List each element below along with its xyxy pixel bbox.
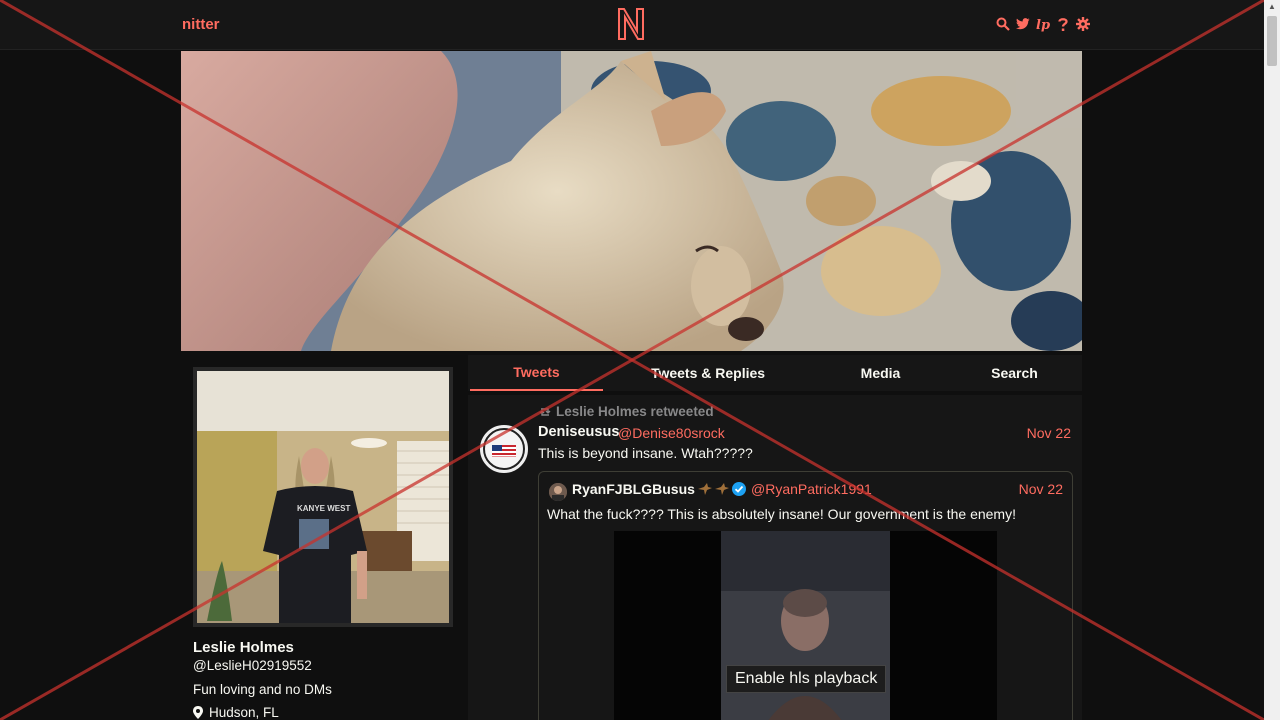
profile-bio: Fun loving and no DMs — [193, 682, 332, 697]
tweet-username[interactable]: @Denise80srock — [618, 425, 725, 441]
profile-card: KANYE WEST Leslie Holmes @LeslieH0291955… — [181, 351, 464, 720]
profile-username[interactable]: @LeslieH02919552 — [193, 658, 312, 673]
verified-badge-icon — [731, 482, 746, 496]
tweet-item[interactable]: Leslie Holmes retweeted Deniseusus @Deni… — [468, 395, 1082, 720]
tab-tweets-replies[interactable]: Tweets & Replies — [628, 355, 788, 391]
help-icon[interactable] — [1056, 15, 1070, 33]
nav-icons: lp — [996, 15, 1090, 33]
timeline: Tweets Tweets & Replies Media Search Les… — [468, 351, 1082, 720]
tweet-fullname[interactable]: Deniseusus — [538, 424, 619, 440]
profile-location: Hudson, FL — [193, 705, 279, 720]
tweet-avatar[interactable] — [480, 425, 528, 473]
profile-avatar[interactable]: KANYE WEST — [193, 367, 453, 627]
retweet-header: Leslie Holmes retweeted — [538, 404, 714, 419]
timeline-tabs: Tweets Tweets & Replies Media Search — [468, 355, 1082, 391]
profile-fullname[interactable]: Leslie Holmes — [193, 639, 294, 656]
scrollbar[interactable]: ▲ — [1264, 0, 1280, 720]
scrollbar-thumb[interactable] — [1267, 16, 1277, 66]
banner-cat-photo — [181, 51, 1082, 351]
under-distress-flag-avatar — [482, 427, 526, 471]
eagle-emoji-icon-2 — [714, 483, 729, 495]
retweet-header-text: Leslie Holmes retweeted — [556, 404, 714, 419]
scroll-up-arrow-icon[interactable]: ▲ — [1264, 0, 1280, 14]
tab-media[interactable]: Media — [814, 355, 947, 391]
profile-banner[interactable] — [181, 51, 1082, 351]
video-player[interactable]: Enable hls playback — [614, 531, 997, 720]
avatar-photo: KANYE WEST — [197, 371, 449, 623]
avatar-shirt-text: KANYE WEST — [297, 504, 350, 513]
eagle-emoji-icon — [697, 483, 712, 495]
nitter-home-link[interactable]: nitter — [182, 16, 220, 33]
quote-fullname[interactable]: RyanFJBLGBusus — [572, 481, 746, 497]
navbar: nitter lp — [0, 0, 1264, 50]
tab-search[interactable]: Search — [948, 355, 1081, 391]
quote-text: What the fuck???? This is absolutely ins… — [547, 506, 1016, 522]
quote-fullname-text: RyanFJBLGBusus — [572, 481, 695, 497]
enable-hls-playback-button[interactable]: Enable hls playback — [726, 665, 887, 693]
tweet-date[interactable]: Nov 22 — [1027, 425, 1071, 441]
rss-icon[interactable]: lp — [1036, 15, 1050, 33]
quote-date[interactable]: Nov 22 — [1019, 481, 1063, 497]
twitter-icon[interactable] — [1016, 15, 1030, 33]
location-pin-icon — [193, 706, 203, 719]
nitter-n-logo-icon[interactable] — [616, 6, 646, 42]
retweet-icon — [539, 407, 551, 416]
tweet-text: This is beyond insane. Wtah????? — [538, 445, 753, 461]
svg-text:lp: lp — [1036, 18, 1050, 32]
gear-icon[interactable] — [1076, 15, 1090, 33]
quoted-tweet[interactable]: RyanFJBLGBusus @RyanPatrick1991 Nov 22 W… — [538, 471, 1073, 720]
tab-tweets[interactable]: Tweets — [470, 355, 603, 391]
location-text: Hudson, FL — [209, 705, 279, 720]
quote-avatar-photo — [549, 483, 567, 501]
quote-avatar[interactable] — [549, 483, 567, 501]
quote-username[interactable]: @RyanPatrick1991 — [751, 481, 872, 497]
search-icon[interactable] — [996, 15, 1010, 33]
